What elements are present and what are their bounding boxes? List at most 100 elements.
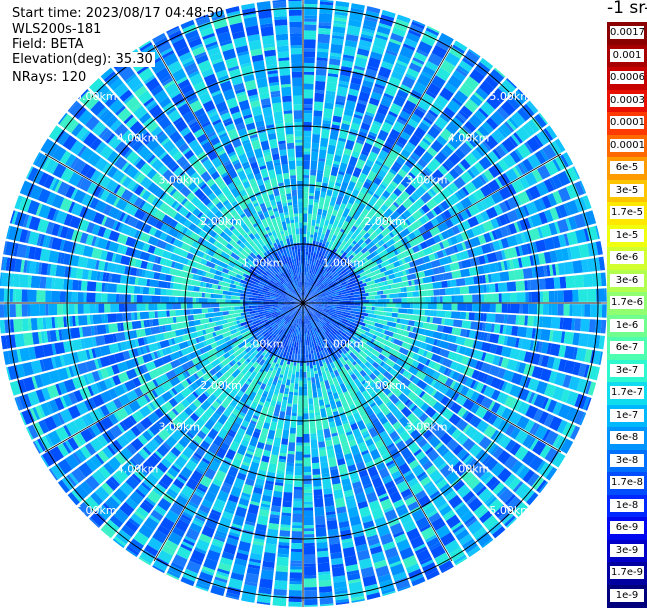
range-gate-cell — [319, 580, 332, 587]
range-gate-cell — [304, 443, 310, 446]
range-gate-cell — [304, 160, 310, 169]
range-gate-cell — [327, 449, 335, 459]
range-gate-cell — [205, 288, 214, 293]
range-gate-cell — [318, 370, 322, 376]
range-gate-cell — [31, 276, 41, 289]
range-gate-cell — [213, 308, 219, 312]
range-gate-cell — [280, 155, 288, 165]
range-gate-cell — [286, 379, 291, 385]
range-gate-cell — [563, 304, 569, 316]
range-gate-cell — [309, 193, 314, 196]
range-gate-cell — [304, 534, 314, 537]
range-gate-cell — [519, 304, 522, 314]
range-gate-cell — [86, 258, 96, 269]
range-gate-cell — [57, 317, 64, 328]
range-gate-cell — [314, 368, 317, 371]
range-gate-cell — [303, 384, 307, 387]
range-gate-cell — [292, 190, 297, 196]
range-gate-cell — [320, 138, 328, 148]
range-gate-cell — [22, 319, 29, 332]
range-gate-cell — [313, 365, 316, 368]
range-gate-cell — [303, 387, 307, 390]
range-gate-cell — [119, 294, 125, 302]
range-gate-cell — [331, 166, 339, 176]
range-gate-cell — [295, 378, 299, 384]
range-gate-cell — [315, 507, 325, 517]
range-gate-cell — [296, 234, 300, 243]
range-gate-cell — [313, 392, 318, 398]
range-gate-cell — [337, 86, 348, 96]
range-gate-cell — [310, 427, 316, 433]
range-gate-cell — [303, 396, 307, 399]
range-gate-cell — [372, 307, 375, 310]
range-gate-cell — [259, 433, 268, 443]
range-gate-cell — [444, 318, 454, 326]
range-gate-cell — [326, 82, 337, 92]
range-gate-cell — [292, 196, 297, 205]
range-gate-cell — [304, 502, 313, 505]
range-gate-cell — [13, 274, 20, 287]
range-gate-cell — [317, 388, 323, 397]
range-gate-cell — [277, 46, 289, 53]
range-gate-cell — [265, 55, 277, 65]
range-gate-cell — [374, 311, 383, 316]
range-gate-cell — [202, 293, 205, 298]
range-gate-cell — [304, 75, 314, 84]
range-gate-cell — [454, 328, 461, 336]
range-gate-cell — [287, 223, 291, 227]
range-gate-cell — [318, 574, 331, 581]
range-gate-cell — [295, 137, 302, 140]
range-gate-cell — [312, 383, 317, 392]
range-gate-cell — [321, 129, 330, 139]
range-gate-cell — [270, 306, 273, 308]
range-gate-cell — [262, 35, 275, 45]
range-gate-cell — [294, 216, 298, 222]
range-gate-cell — [341, 154, 350, 164]
range-gate-cell — [202, 314, 206, 319]
range-gate-cell — [293, 104, 302, 110]
range-gate-cell — [387, 303, 396, 307]
range-gate-cell — [366, 307, 372, 310]
range-gate-cell — [280, 444, 288, 454]
range-gate-cell — [149, 311, 155, 318]
range-gate-cell — [216, 299, 219, 303]
range-gate-cell — [284, 483, 293, 492]
range-gate-cell — [16, 289, 22, 302]
range-gate-cell — [4, 289, 10, 302]
range-gate-cell — [191, 280, 201, 286]
range-gate-cell — [298, 190, 303, 199]
range-gate-cell — [303, 342, 305, 345]
range-gate-cell — [172, 290, 181, 296]
range-gate-cell — [95, 304, 98, 313]
range-gate-cell — [283, 421, 290, 430]
range-gate-cell — [290, 566, 302, 569]
range-gate-cell — [194, 320, 201, 326]
range-gate-cell — [291, 54, 302, 63]
range-gate-cell — [299, 266, 301, 272]
range-gate-cell — [304, 0, 317, 4]
range-gate-cell — [307, 380, 311, 389]
range-gate-cell — [95, 335, 105, 346]
range-gate-cell — [322, 304, 325, 305]
range-gate-cell — [306, 354, 309, 357]
range-gate-cell — [296, 437, 302, 443]
range-gate-cell — [128, 285, 134, 293]
range-gate-cell — [149, 287, 155, 294]
range-gate-cell — [301, 252, 303, 255]
range-gate-cell — [89, 304, 95, 313]
range-gate-cell — [453, 319, 463, 327]
range-gate-cell — [303, 422, 309, 428]
range-gate-cell — [48, 304, 57, 315]
range-gate-cell — [272, 153, 280, 160]
range-gate-cell — [296, 446, 303, 452]
range-gate-cell — [304, 51, 315, 57]
range-gate-cell — [312, 469, 320, 475]
range-gate-cell — [304, 531, 314, 534]
range-gate-cell — [290, 561, 302, 564]
range-gate-cell — [219, 308, 222, 312]
range-gate-cell — [296, 157, 302, 160]
range-gate-cell — [324, 168, 331, 178]
range-gate-cell — [214, 326, 221, 331]
range-gate-cell — [293, 510, 302, 513]
range-gate-cell — [240, 293, 246, 296]
